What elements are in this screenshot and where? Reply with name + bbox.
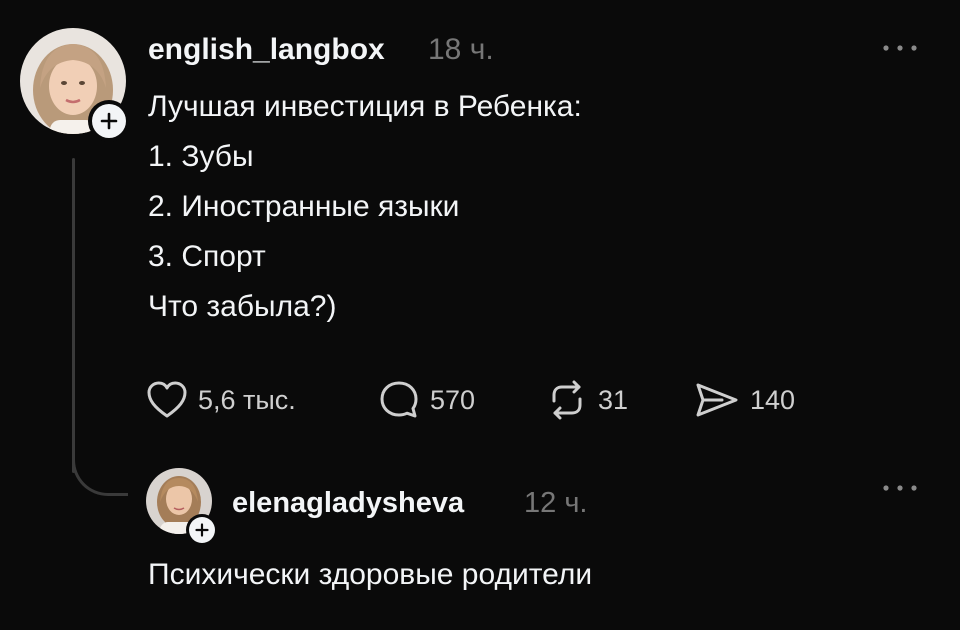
reply-more-button[interactable] — [878, 476, 922, 500]
thread-line — [72, 158, 75, 473]
reply-text: Психически здоровые родители — [148, 558, 593, 591]
heart-icon — [147, 381, 187, 418]
repost-count: 31 — [598, 384, 629, 415]
post-body: Лучшая инвестиция в Ребенка: 1. Зубы 2. … — [148, 82, 582, 332]
post-line: Что забыла?) — [148, 290, 337, 323]
post-line: Лучшая инвестиция в Ребенка: — [148, 90, 582, 123]
repost-icon — [552, 380, 582, 420]
thread-line-curve — [72, 440, 128, 496]
post-timestamp: 18 ч. — [428, 33, 494, 66]
plus-icon — [189, 517, 215, 543]
post-username[interactable]: english_langbox — [148, 32, 385, 68]
more-dots-icon — [883, 485, 917, 491]
more-dots-icon — [883, 45, 917, 51]
send-icon — [696, 383, 738, 417]
repost-button[interactable]: 31 — [546, 378, 628, 422]
reply-username[interactable]: elenagladysheva — [232, 486, 464, 520]
reply-timestamp: 12 ч. — [524, 487, 588, 519]
comment-count: 570 — [430, 384, 476, 415]
comment-button[interactable]: 570 — [378, 378, 475, 422]
post-line: 3. Спорт — [148, 240, 266, 273]
share-button[interactable]: 140 — [694, 378, 795, 422]
post-more-button[interactable] — [878, 36, 922, 60]
post-line: 2. Иностранные языки — [148, 190, 460, 223]
like-count: 5,6 тыс. — [198, 384, 296, 415]
like-button[interactable]: 5,6 тыс. — [146, 378, 296, 422]
plus-icon — [92, 104, 126, 138]
post-line: 1. Зубы — [148, 140, 254, 173]
follow-button[interactable] — [88, 100, 130, 142]
reply-follow-button[interactable] — [186, 514, 218, 546]
comment-bubble-icon — [380, 381, 418, 418]
share-count: 140 — [750, 384, 796, 415]
